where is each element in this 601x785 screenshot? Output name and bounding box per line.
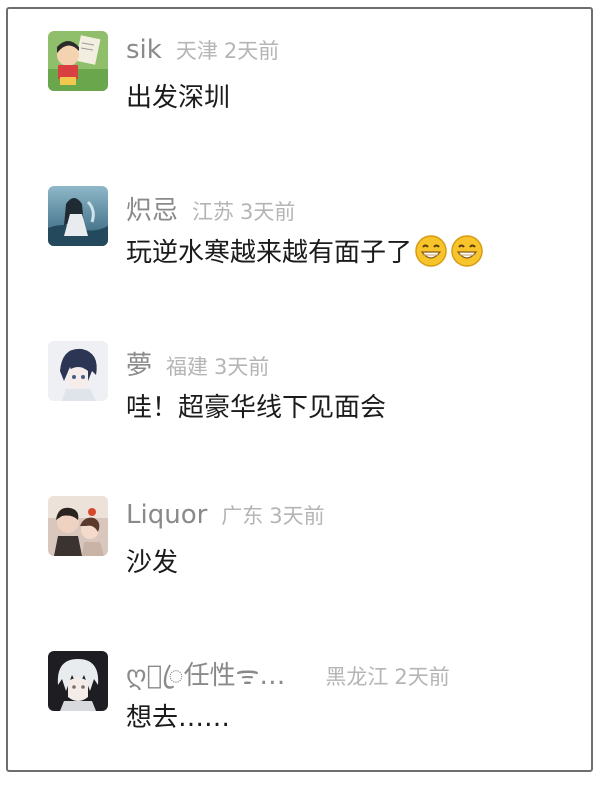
anime-boy-avatar[interactable] [48,341,108,401]
grinning-face-icon [450,234,484,268]
comment-header: Liquor 广东 3天前 [126,500,325,532]
grinning-face-icon [414,234,448,268]
comment-header: sik 天津 2天前 [126,35,279,67]
comment-header: 夢 福建 3天前 [126,345,269,381]
comment-header: 炽忌 江苏 3天前 [126,190,295,226]
location: 江苏 [192,200,235,224]
comment-text: 沙发 [126,542,178,579]
location: 天津 [175,39,218,63]
comment-list-panel: sik 天津 2天前 出发深圳 炽忌 江苏 3天前 玩逆水寒越来越有面子了 夢 … [6,7,593,772]
comment-item: ღ⃝ꦿ任性ᯤ… 黑龙江 2天前 想去…… [48,651,568,751]
comment-item: Liquor 广东 3天前 沙发 [48,496,568,596]
comment-body: 沙发 [126,548,179,578]
comment-body: 玩逆水寒越来越有面子了 [126,238,413,268]
comment-meta: 黑龙江 2天前 [325,661,449,691]
comment-item: 夢 福建 3天前 哇！超豪华线下见面会 [48,341,568,441]
comment-item: sik 天津 2天前 出发深圳 [48,31,568,131]
timestamp: 2天前 [223,39,280,63]
username[interactable]: sik [126,35,162,65]
comment-text: 哇！超豪华线下见面会 [126,387,386,424]
comment-header: ღ⃝ꦿ任性ᯤ… 黑龙江 2天前 [126,655,450,691]
cartoon-boy-avatar[interactable] [48,31,108,91]
comment-meta: 江苏 3天前 [192,196,295,226]
comment-meta: 福建 3天前 [166,351,269,381]
comment-text: 出发深圳 [126,77,230,114]
comment-body: 想去…… [126,703,231,733]
comment-body: 出发深圳 [126,83,231,113]
white-hair-avatar[interactable] [48,651,108,711]
couple-photo-avatar[interactable] [48,496,108,556]
location: 福建 [166,355,209,379]
timestamp: 2天前 [394,665,450,689]
comment-text: 玩逆水寒越来越有面子了 [126,232,484,269]
comment-meta: 广东 3天前 [221,500,324,530]
timestamp: 3天前 [214,355,270,379]
comment-item: 炽忌 江苏 3天前 玩逆水寒越来越有面子了 [48,186,568,286]
location: 黑龙江 [325,665,389,689]
ocean-girl-avatar[interactable] [48,186,108,246]
comment-meta: 天津 2天前 [176,35,279,65]
location: 广东 [221,504,264,528]
comment-text: 想去…… [126,697,230,734]
username[interactable]: 夢 [126,345,152,382]
comment-body: 哇！超豪华线下见面会 [126,393,387,423]
timestamp: 3天前 [269,504,325,528]
username[interactable]: Liquor [126,500,207,530]
username[interactable]: 炽忌 [126,190,178,227]
timestamp: 3天前 [240,200,296,224]
